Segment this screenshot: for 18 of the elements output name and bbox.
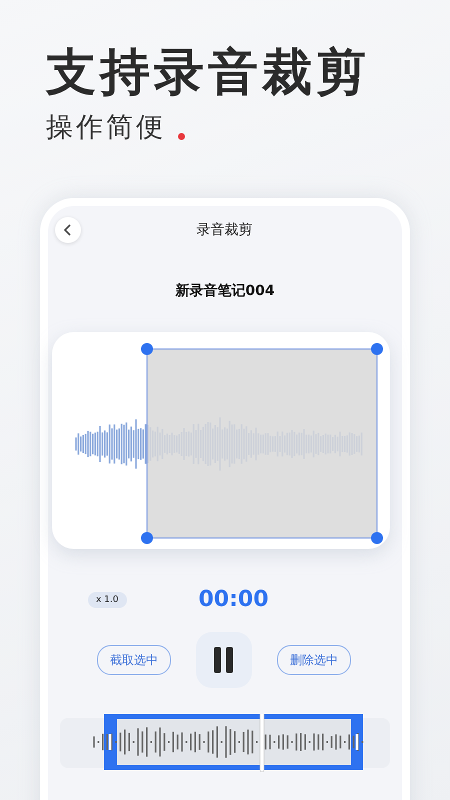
file-name: 新录音笔记004 bbox=[174, 282, 276, 300]
time-display: 00:00 bbox=[198, 587, 269, 612]
screen-title: 录音裁剪 bbox=[196, 221, 254, 239]
speed-badge[interactable]: x 1.0 bbox=[88, 592, 126, 608]
back-button[interactable] bbox=[55, 217, 81, 243]
play-pause-button[interactable] bbox=[196, 632, 252, 688]
back-icon bbox=[63, 223, 73, 237]
timeline-strip[interactable] bbox=[60, 714, 390, 772]
subtitle: 操作简便 bbox=[46, 111, 166, 145]
selection-handle[interactable] bbox=[141, 532, 153, 544]
accent-dot bbox=[178, 133, 185, 140]
selection-handle[interactable] bbox=[371, 532, 383, 544]
selection-handle[interactable] bbox=[371, 343, 383, 355]
headline: 支持录音裁剪 bbox=[46, 42, 371, 102]
delete-button[interactable]: 删除选中 bbox=[277, 645, 351, 675]
pause-icon bbox=[214, 647, 234, 673]
crop-button[interactable]: 截取选中 bbox=[97, 645, 171, 675]
selection-handle[interactable] bbox=[141, 343, 153, 355]
